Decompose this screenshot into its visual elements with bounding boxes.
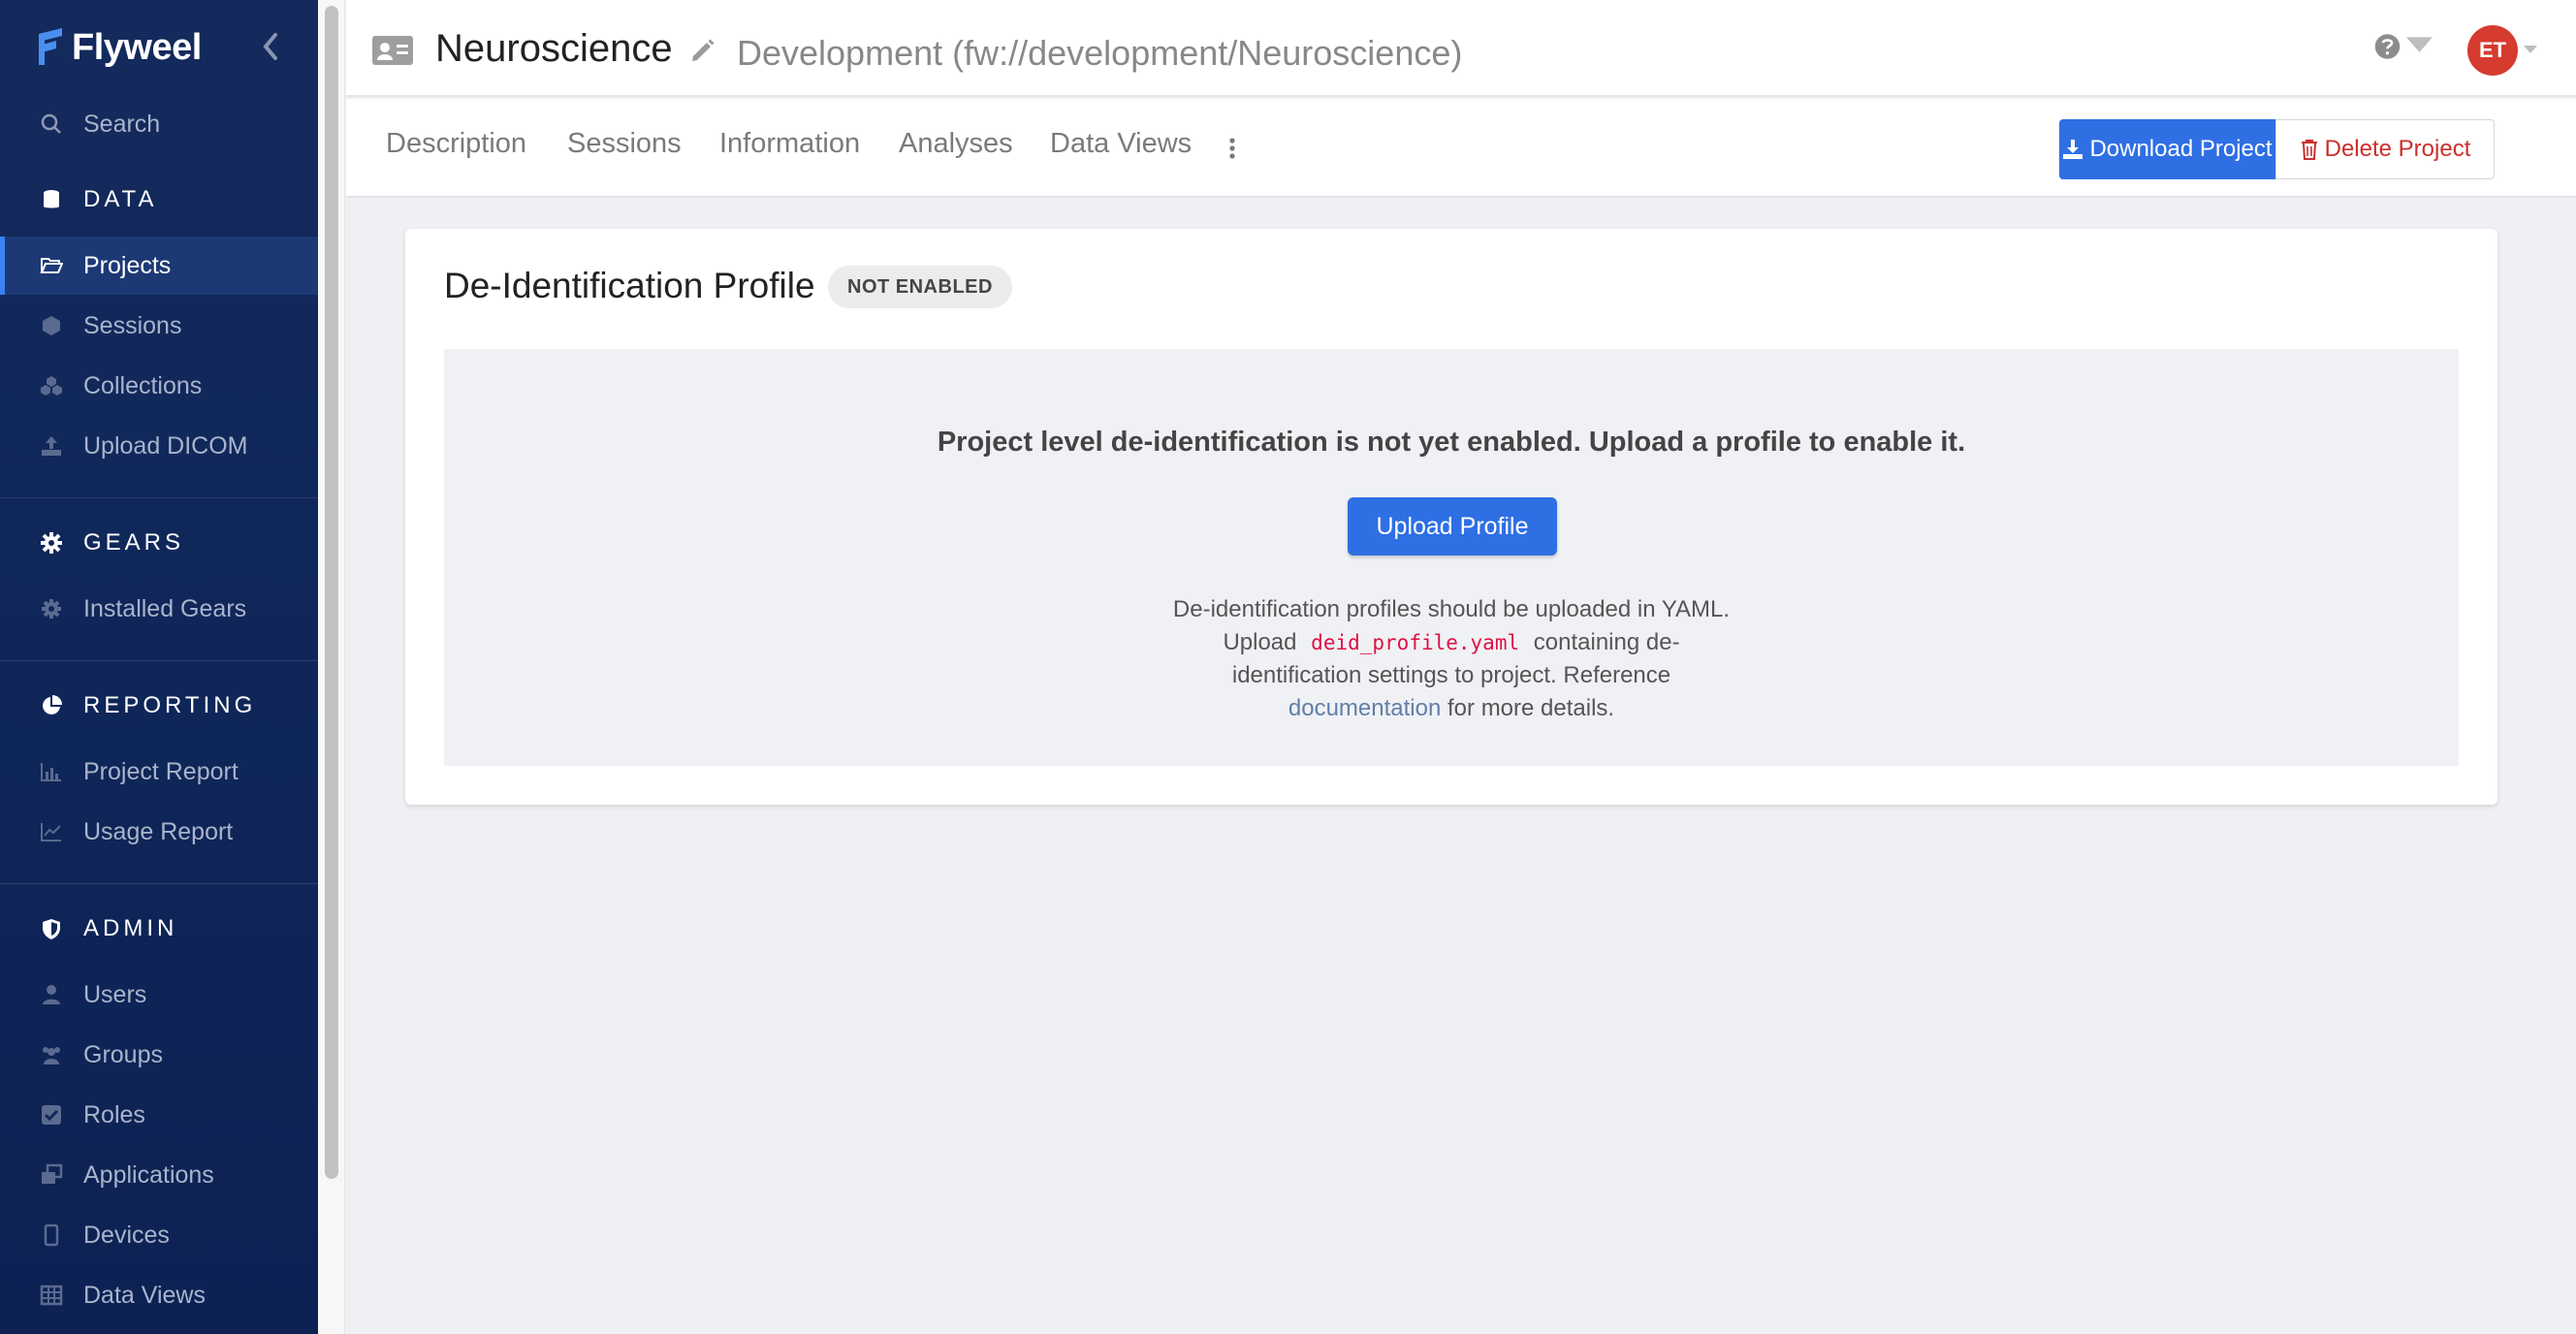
bar-chart-icon: [39, 759, 64, 784]
section-gears: GEARS: [39, 524, 184, 562]
documentation-link[interactable]: documentation: [1288, 695, 1441, 721]
sidebar-item-data-views[interactable]: Data Views: [0, 1266, 318, 1324]
sidebar-item-label: Usage Report: [83, 817, 234, 845]
caret-down-icon: [2406, 37, 2433, 52]
button-label: Download Project: [2089, 136, 2273, 162]
sidebar-item-label: Devices: [83, 1221, 170, 1249]
sidebar-item-upload-dicom[interactable]: Upload DICOM: [0, 417, 318, 475]
divider: [0, 660, 318, 661]
help-menu[interactable]: [2374, 27, 2433, 66]
status-badge: NOT ENABLED: [828, 266, 1012, 308]
download-project-button[interactable]: Download Project: [2059, 119, 2275, 179]
edit-pencil-icon[interactable]: [689, 37, 716, 64]
divider: [0, 497, 318, 498]
section-label: REPORTING: [83, 692, 257, 718]
brand-name: Flyweel: [72, 26, 202, 68]
database-icon: [39, 187, 64, 212]
gear-icon: [39, 530, 64, 556]
sidebar-item-users[interactable]: Users: [0, 966, 318, 1024]
sidebar-item-label: Roles: [83, 1100, 145, 1128]
help-text: De-identification profiles should be upl…: [1161, 593, 1742, 725]
sidebar-item-label: Groups: [83, 1040, 163, 1068]
shield-icon: [39, 916, 64, 941]
empty-state-panel: Project level de-identification is not y…: [444, 349, 2459, 766]
card-title: De-Identification Profile: [444, 266, 815, 305]
upload-icon: [39, 433, 64, 459]
download-icon: [2063, 140, 2083, 159]
empty-state-heading: Project level de-identification is not y…: [937, 427, 1966, 458]
question-circle-icon: [2374, 34, 2401, 59]
sidebar-item-roles[interactable]: Roles: [0, 1086, 318, 1144]
cube-icon: [39, 313, 64, 338]
more-vertical-icon[interactable]: [1226, 132, 1238, 165]
sidebar-item-search[interactable]: Search: [0, 95, 318, 153]
scrollbar-thumb[interactable]: [325, 6, 338, 1179]
user-menu[interactable]: ET: [2467, 25, 2537, 76]
sidebar-item-sessions[interactable]: Sessions: [0, 297, 318, 355]
tab-data-views[interactable]: Data Views: [1050, 128, 1192, 160]
section-label: ADMIN: [83, 915, 178, 941]
deid-profile-card: De-Identification Profile NOT ENABLED Pr…: [405, 229, 2497, 805]
section-reporting: REPORTING: [39, 686, 256, 725]
users-icon: [39, 1042, 64, 1067]
gear-icon: [39, 596, 64, 621]
sidebar-item-label: Project Report: [83, 757, 239, 785]
brand-logo[interactable]: Flyweel: [35, 23, 202, 72]
folder-open-icon: [39, 253, 64, 278]
sidebar-item-installed-gears[interactable]: Installed Gears: [0, 580, 318, 638]
page-header: Neuroscience Development (fw://developme…: [346, 0, 2576, 97]
sidebar-item-label: Users: [83, 980, 147, 1008]
table-icon: [39, 1283, 64, 1308]
pie-chart-icon: [39, 693, 64, 718]
section-label: GEARS: [83, 529, 185, 556]
sidebar-item-label: Projects: [83, 251, 172, 279]
search-icon: [39, 111, 64, 137]
filename-code: deid_profile.yaml: [1311, 631, 1520, 654]
tablet-icon: [39, 1223, 64, 1248]
divider: [0, 883, 318, 884]
sidebar-item-label: Upload DICOM: [83, 431, 248, 460]
sidebar-item-groups[interactable]: Groups: [0, 1026, 318, 1084]
sidebar-item-project-report[interactable]: Project Report: [0, 743, 318, 801]
sidebar-item-label: Collections: [83, 371, 203, 399]
section-data: DATA: [39, 180, 157, 219]
sidebar-item-label: Applications: [83, 1160, 214, 1189]
trash-icon: [2301, 140, 2317, 160]
sidebar-item-projects[interactable]: Projects: [0, 237, 318, 295]
flywheel-logo-icon: [39, 28, 62, 65]
line-chart-icon: [39, 819, 64, 844]
tab-analyses[interactable]: Analyses: [899, 128, 1013, 160]
sidebar-item-label: Search: [83, 110, 161, 138]
sidebar-item-usage-report[interactable]: Usage Report: [0, 803, 318, 861]
sidebar-scrollbar[interactable]: [318, 0, 345, 1334]
sidebar-item-label: Data Views: [83, 1281, 206, 1309]
sidebar: Flyweel Search DATA Projects Sessions Co…: [0, 0, 318, 1334]
page-title: Neuroscience: [435, 27, 673, 70]
window-restore-icon: [39, 1162, 64, 1188]
project-path: Development (fw://development/Neuroscien…: [737, 33, 1463, 73]
sidebar-item-label: Installed Gears: [83, 594, 247, 622]
avatar: ET: [2467, 25, 2518, 76]
tab-information[interactable]: Information: [719, 128, 860, 160]
section-label: DATA: [83, 186, 158, 212]
cubes-icon: [39, 373, 64, 398]
sidebar-item-label: Sessions: [83, 311, 182, 339]
upload-profile-button[interactable]: Upload Profile: [1348, 497, 1557, 556]
caret-down-icon: [2524, 46, 2537, 53]
button-label: Delete Project: [2324, 136, 2471, 162]
id-card-icon: [372, 36, 413, 65]
tab-sessions[interactable]: Sessions: [567, 128, 682, 160]
help-text-part: for more details.: [1447, 695, 1615, 721]
tab-description[interactable]: Description: [386, 128, 526, 160]
collapse-sidebar-icon[interactable]: [258, 29, 283, 64]
sidebar-item-devices[interactable]: Devices: [0, 1206, 318, 1264]
sidebar-item-collections[interactable]: Collections: [0, 357, 318, 415]
section-admin: ADMIN: [39, 909, 177, 948]
user-icon: [39, 982, 64, 1007]
sidebar-item-applications[interactable]: Applications: [0, 1146, 318, 1204]
delete-project-button[interactable]: Delete Project: [2275, 119, 2495, 179]
check-square-icon: [39, 1102, 64, 1128]
project-tabs: Description Sessions Information Analyse…: [346, 99, 2576, 198]
